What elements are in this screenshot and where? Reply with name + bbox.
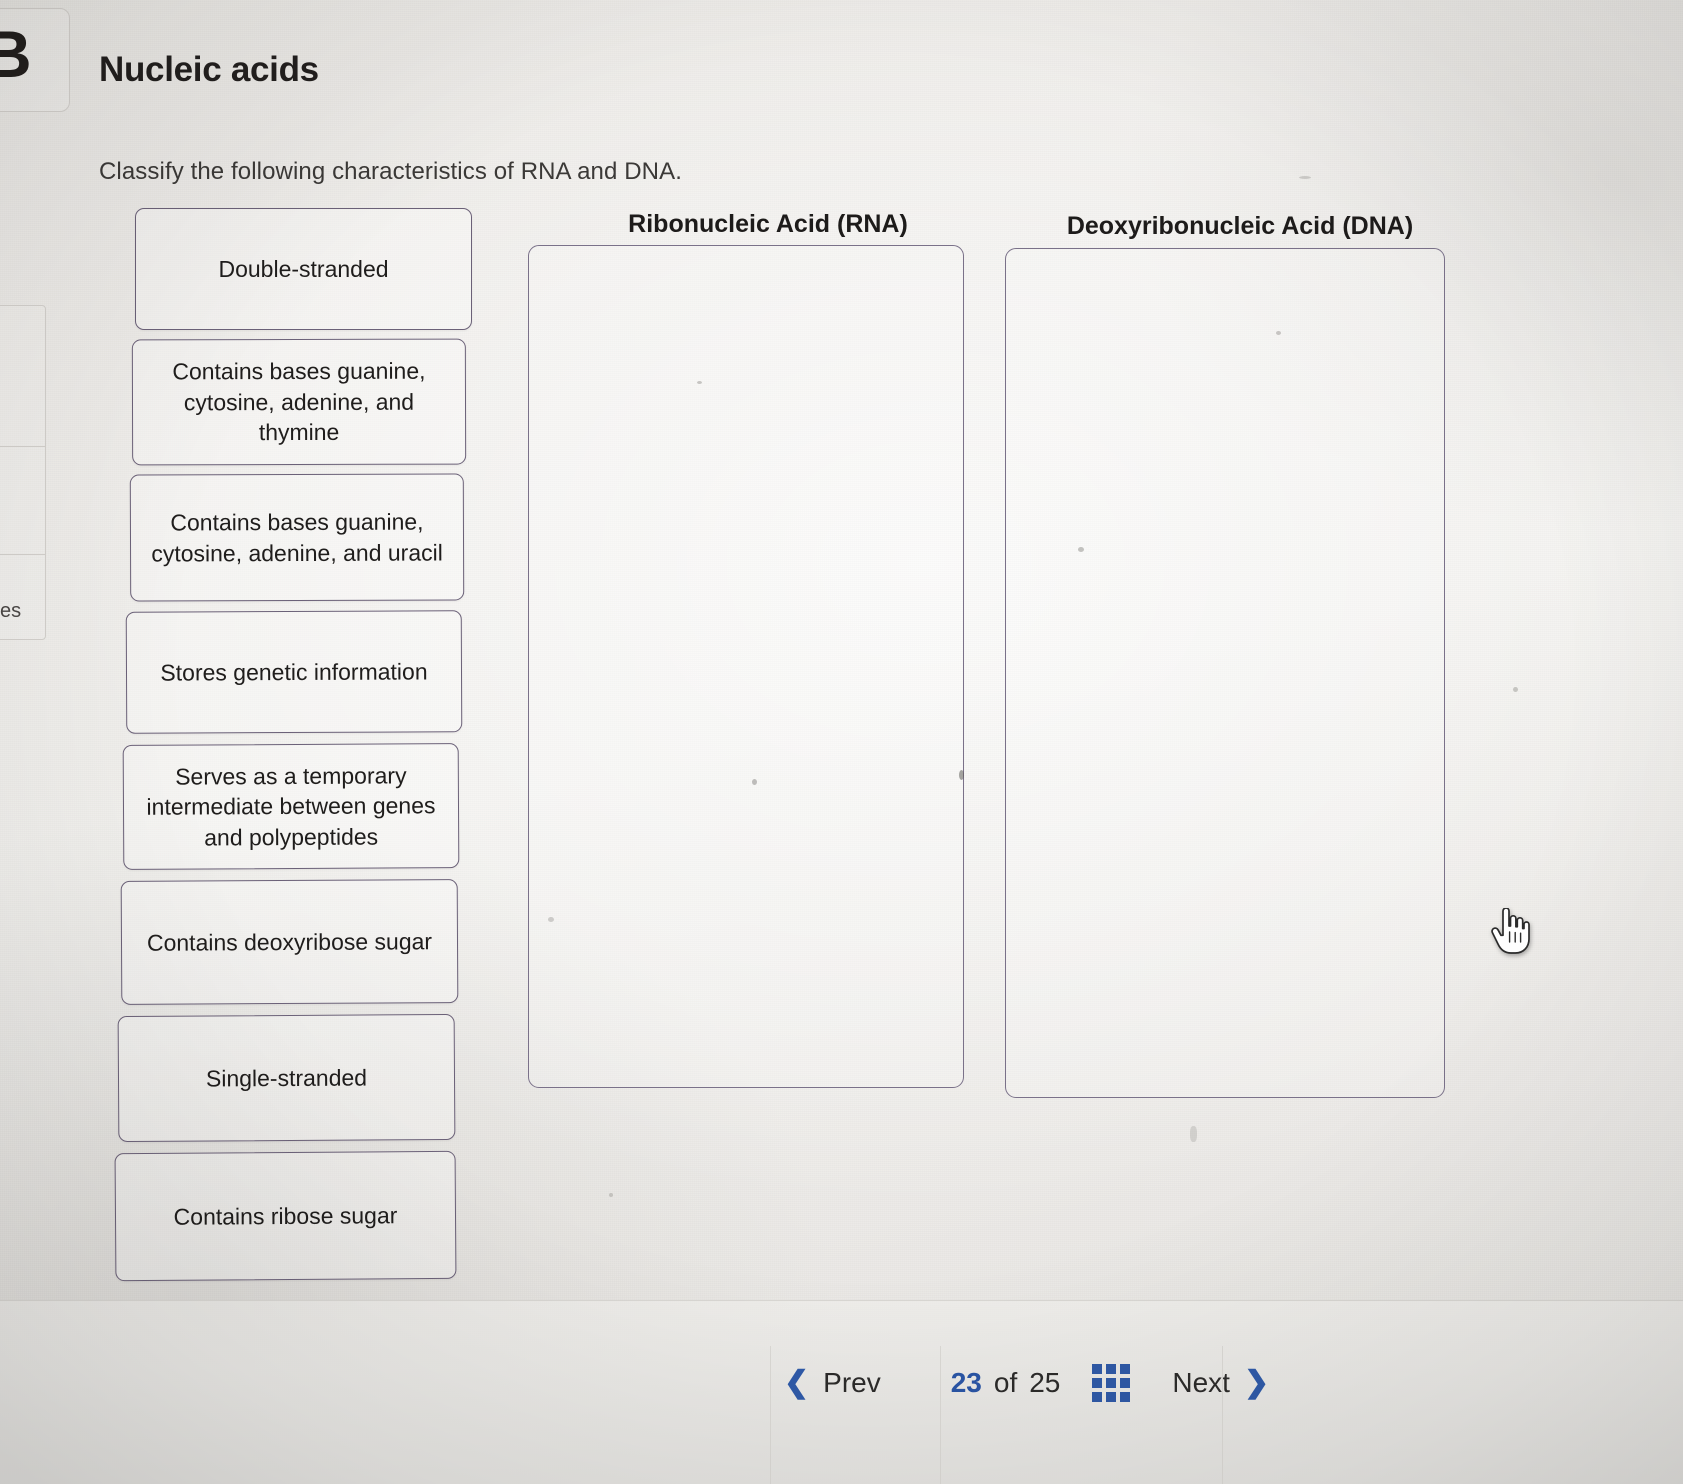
dropzone-title-dna: Deoxyribonucleic Acid (DNA) [1066, 212, 1414, 240]
draggable-tile[interactable]: Single-stranded [117, 1013, 456, 1143]
pointing-hand-cursor [1490, 907, 1530, 959]
next-button[interactable]: Next ❯ [1158, 1361, 1283, 1405]
photo-speck [1513, 687, 1518, 692]
current-page-number: 23 [950, 1367, 982, 1398]
page-of-label: of [993, 1367, 1018, 1398]
chevron-right-icon: ❯ [1243, 1366, 1270, 1399]
page-indicator: 23 of 25 [951, 1367, 1061, 1399]
bottom-navigation-bar: ❮ Prev 23 of 25 Next ❯ [0, 1300, 1683, 1484]
draggable-tile[interactable]: Double-stranded [135, 208, 472, 330]
draggable-tile[interactable]: Contains bases guanine, cytosine, adenin… [129, 473, 465, 602]
nav-separator [1222, 1346, 1223, 1484]
grid-menu-icon[interactable] [1092, 1364, 1131, 1402]
sidebar-divider [0, 446, 45, 447]
prev-button[interactable]: ❮ Prev [770, 1361, 895, 1405]
draggable-tile[interactable]: Contains deoxyribose sugar [120, 879, 459, 1005]
page-title: Nucleic acids [99, 50, 319, 89]
prev-button-label: Prev [823, 1367, 881, 1398]
photo-speck [1299, 176, 1311, 179]
app-stage: B es Nucleic acids Classify the followin… [0, 0, 1683, 1484]
photo-speck [609, 1193, 613, 1197]
cropped-sidebar-label: es [0, 600, 22, 622]
instruction-text: Classify the following characteristics o… [99, 158, 682, 185]
draggable-tile[interactable]: Stores genetic information [125, 610, 463, 734]
nav-controls: ❮ Prev 23 of 25 Next ❯ [770, 1361, 1283, 1405]
dropzone-rna[interactable] [528, 245, 964, 1088]
draggable-tile[interactable]: Contains bases guanine, cytosine, adenin… [131, 338, 467, 466]
nav-separator [940, 1346, 941, 1484]
cropped-sidebar-panel [0, 305, 46, 640]
cropped-logo-glyph: B [0, 17, 32, 91]
photo-speck [1190, 1126, 1197, 1142]
nav-separator [770, 1346, 771, 1484]
chevron-left-icon: ❮ [784, 1366, 810, 1399]
dropzone-title-rna: Ribonucleic Acid (RNA) [628, 210, 908, 238]
draggable-tile[interactable]: Serves as a temporary intermediate betwe… [122, 743, 460, 870]
total-page-number: 25 [1029, 1367, 1061, 1398]
sidebar-divider [0, 554, 45, 555]
dropzone-dna[interactable] [1005, 248, 1445, 1098]
draggable-tile[interactable]: Contains ribose sugar [114, 1150, 457, 1282]
